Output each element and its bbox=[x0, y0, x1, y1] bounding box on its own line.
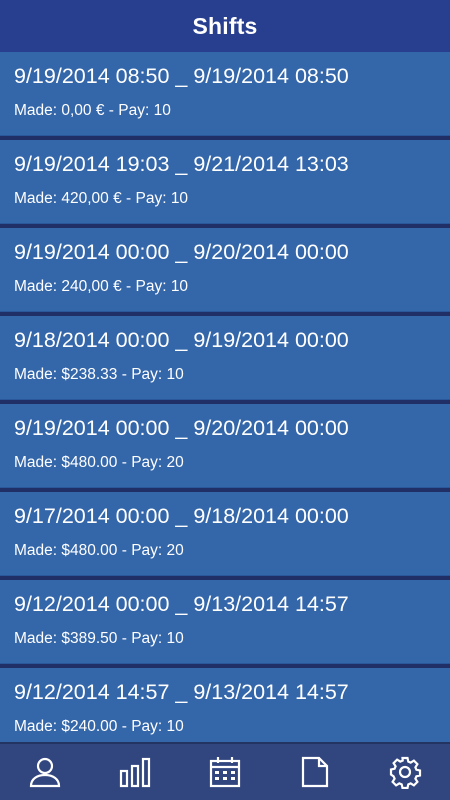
shift-row[interactable]: 9/19/2014 08:50 _ 9/19/2014 08:50 Made: … bbox=[0, 52, 450, 136]
shift-summary: Made: $480.00 - Pay: 20 bbox=[14, 542, 184, 559]
shift-summary: Made: $389.50 - Pay: 10 bbox=[14, 630, 184, 647]
shift-time-range: 9/17/2014 00:00 _ 9/18/2014 00:00 bbox=[14, 504, 349, 528]
bottom-navigation bbox=[0, 742, 450, 800]
shift-summary: Made: 240,00 € - Pay: 10 bbox=[14, 278, 189, 295]
shift-time-range: 9/19/2014 19:03 _ 9/21/2014 13:03 bbox=[14, 152, 349, 176]
page-title: Shifts bbox=[192, 12, 258, 39]
shift-summary: Made: $238.33 - Pay: 10 bbox=[14, 366, 184, 383]
shift-row[interactable]: 9/18/2014 00:00 _ 9/19/2014 00:00 Made: … bbox=[0, 316, 450, 400]
shift-time-range: 9/12/2014 00:00 _ 9/13/2014 14:57 bbox=[14, 592, 349, 616]
shift-row[interactable]: 9/12/2014 14:57 _ 9/13/2014 14:57 Made: … bbox=[0, 668, 450, 744]
nav-stats-button[interactable] bbox=[105, 744, 165, 800]
shift-row[interactable]: 9/12/2014 00:00 _ 9/13/2014 14:57 Made: … bbox=[0, 580, 450, 664]
shift-time-range: 9/18/2014 00:00 _ 9/19/2014 00:00 bbox=[14, 328, 349, 352]
gear-icon bbox=[389, 756, 422, 789]
user-icon bbox=[29, 757, 61, 788]
shift-row[interactable]: 9/17/2014 00:00 _ 9/18/2014 00:00 Made: … bbox=[0, 492, 450, 576]
shift-list[interactable]: 9/19/2014 08:50 _ 9/19/2014 08:50 Made: … bbox=[0, 52, 450, 744]
header-bar: Shifts bbox=[0, 0, 450, 52]
shift-time-range: 9/19/2014 08:50 _ 9/19/2014 08:50 bbox=[14, 64, 349, 88]
shift-summary: Made: 420,00 € - Pay: 10 bbox=[14, 190, 189, 207]
shift-summary: Made: $240.00 - Pay: 10 bbox=[14, 718, 184, 735]
shift-row[interactable]: 9/19/2014 00:00 _ 9/20/2014 00:00 Made: … bbox=[0, 228, 450, 312]
shift-time-range: 9/19/2014 00:00 _ 9/20/2014 00:00 bbox=[14, 416, 349, 440]
shift-summary: Made: 0,00 € - Pay: 10 bbox=[14, 102, 171, 119]
nav-report-button[interactable] bbox=[285, 744, 345, 800]
calendar-icon bbox=[209, 757, 241, 788]
shift-time-range: 9/12/2014 14:57 _ 9/13/2014 14:57 bbox=[14, 680, 349, 704]
app-window: Shifts 9/19/2014 08:50 _ 9/19/2014 08:50… bbox=[0, 0, 450, 800]
bar-chart-icon bbox=[119, 757, 151, 788]
nav-settings-button[interactable] bbox=[375, 744, 435, 800]
shift-time-range: 9/19/2014 00:00 _ 9/20/2014 00:00 bbox=[14, 240, 349, 264]
nav-calendar-button[interactable] bbox=[195, 744, 255, 800]
nav-profile-button[interactable] bbox=[15, 744, 75, 800]
document-icon bbox=[301, 756, 329, 788]
shift-row[interactable]: 9/19/2014 19:03 _ 9/21/2014 13:03 Made: … bbox=[0, 140, 450, 224]
shift-row[interactable]: 9/19/2014 00:00 _ 9/20/2014 00:00 Made: … bbox=[0, 404, 450, 488]
shift-summary: Made: $480.00 - Pay: 20 bbox=[14, 454, 184, 471]
